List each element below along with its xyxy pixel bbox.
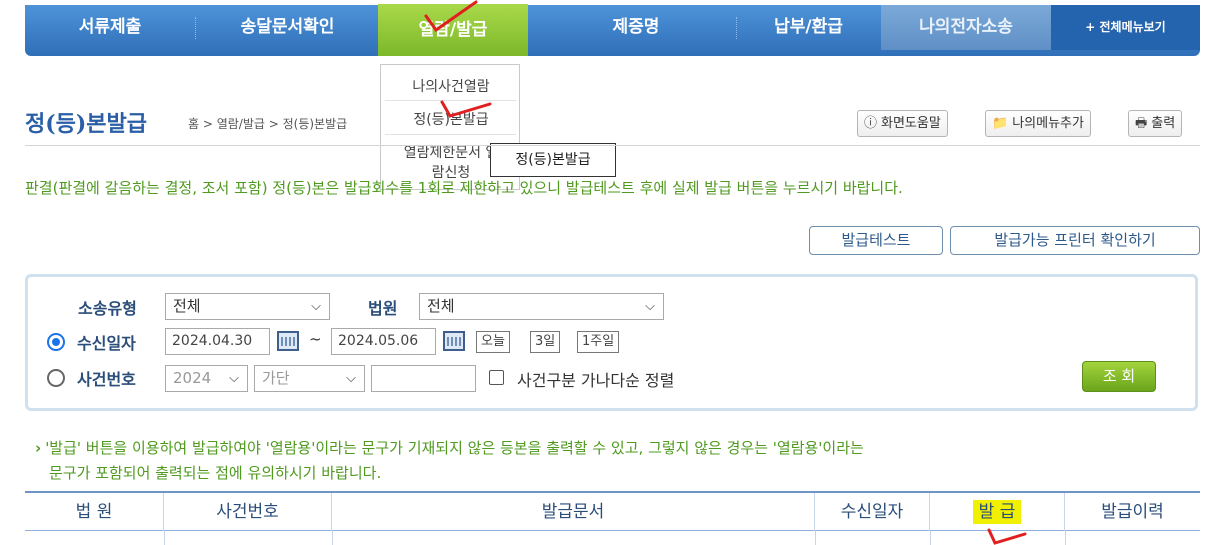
received-date-radio[interactable] — [47, 333, 65, 351]
folder-add-icon: 📁 — [992, 116, 1009, 131]
dropdown-item-my-case-view[interactable]: 나의사건열람 — [381, 76, 521, 96]
three-days-button[interactable]: 3일 — [530, 331, 561, 353]
issue-test-button[interactable]: 발급테스트 — [809, 226, 943, 255]
case-kind-select[interactable]: 가단 ⌵ — [254, 365, 365, 392]
calendar-icon[interactable] — [443, 331, 465, 351]
chevron-down-icon: ⌵ — [311, 299, 321, 314]
date-range-tilde: ~ — [309, 330, 322, 348]
case-year-value: 2024 — [173, 369, 212, 387]
case-number-label: 사건번호 — [77, 370, 136, 389]
printer-icon: 🖶 — [1135, 116, 1148, 131]
result-table-header: 법 원 사건번호 발급문서 수신일자 발 급 발급이력 — [25, 491, 1200, 531]
breadcrumb: 홈 > 열람/발급 > 정(등)본발급 — [188, 117, 348, 131]
nav-item-delivery[interactable]: 송달문서확인 — [195, 5, 380, 50]
nav-item-certificate[interactable]: 제증명 — [536, 5, 736, 50]
case-number-input[interactable] — [371, 365, 476, 392]
col-case-number: 사건번호 — [164, 493, 332, 531]
table-column-line — [1065, 531, 1066, 545]
table-column-line — [930, 531, 931, 545]
title-divider — [25, 145, 1200, 146]
case-type-select[interactable]: 전체 ⌵ — [165, 293, 330, 320]
case-type-label: 소송유형 — [78, 299, 137, 318]
court-value: 전체 — [427, 297, 455, 315]
received-date-label: 수신일자 — [77, 334, 136, 353]
col-issue-history: 발급이력 — [1101, 502, 1164, 522]
sort-checkbox[interactable] — [489, 370, 504, 385]
help-button[interactable]: ⓘ 화면도움말 — [857, 110, 948, 137]
table-column-line — [815, 531, 816, 545]
court-label: 법원 — [368, 299, 398, 318]
add-menu-label: 나의메뉴추가 — [1012, 116, 1084, 131]
nav-item-my-case[interactable]: 나의전자소송 — [881, 5, 1051, 50]
info-icon: ⓘ — [864, 116, 878, 131]
dropdown-divider — [385, 100, 516, 101]
issue-notice: 판결(판결에 갈음하는 결정, 조서 포함) 정(등)본은 발급회수를 1회로 … — [25, 179, 903, 197]
issue-info: › '발급' 버튼을 이용하여 발급하여야 '열람용'이라는 문구가 기재되지 않… — [35, 436, 864, 486]
dropdown-divider — [385, 134, 516, 135]
case-kind-value: 가단 — [262, 369, 290, 387]
date-from-input[interactable]: 2024.04.30 — [165, 328, 270, 355]
one-week-button[interactable]: 1주일 — [577, 331, 620, 353]
sort-label: 사건구분 가나다순 정렬 — [517, 371, 675, 390]
tooltip: 정(등)본발급 — [490, 143, 616, 177]
case-number-radio[interactable] — [47, 369, 65, 387]
top-navigation: 서류제출 송달문서확인 제증명 납부/환급 나의전자소송 + 전체메뉴보기 — [25, 5, 1200, 56]
info-line-1: › '발급' 버튼을 이용하여 발급하여야 '열람용'이라는 문구가 기재되지 않… — [35, 436, 864, 461]
info-text-2: 문구가 포함되어 출력되는 점에 유의하시기 바랍니다. — [49, 464, 382, 482]
printer-check-button[interactable]: 발급가능 프린터 확인하기 — [950, 226, 1200, 255]
chevron-down-icon: ⌵ — [229, 371, 239, 386]
info-text-1: '발급' 버튼을 이용하여 발급하여야 '열람용'이라는 문구가 기재되지 않은… — [45, 439, 864, 457]
case-type-value: 전체 — [173, 297, 201, 315]
issue-header-highlight: 발 급 — [972, 500, 1022, 524]
search-button[interactable]: 조 회 — [1082, 361, 1156, 392]
today-button[interactable]: 오늘 — [476, 331, 510, 353]
chevron-down-icon: ⌵ — [346, 371, 356, 386]
add-my-menu-button[interactable]: 📁 나의메뉴추가 — [985, 110, 1091, 137]
calendar-icon[interactable] — [277, 331, 299, 351]
dropdown-item-copy-issue[interactable]: 정(등)본발급 — [381, 109, 521, 129]
nav-item-view-issue[interactable]: 열람/발급 — [378, 4, 528, 56]
print-button[interactable]: 🖶 출력 — [1128, 110, 1183, 137]
col-received-date: 수신일자 — [815, 493, 930, 531]
table-column-line — [164, 531, 165, 545]
chevron-down-icon: ⌵ — [645, 299, 655, 314]
date-to-input[interactable]: 2024.05.06 — [331, 328, 436, 355]
col-document: 발급문서 — [332, 493, 815, 531]
case-year-select[interactable]: 2024 ⌵ — [165, 365, 248, 392]
bullet-icon: › — [35, 439, 42, 457]
page-title: 정(등)본발급 — [25, 111, 148, 137]
help-label: 화면도움말 — [881, 116, 941, 131]
col-issue: 발 급 — [930, 493, 1065, 531]
all-menu-button[interactable]: + 전체메뉴보기 — [1051, 5, 1200, 50]
nav-item-submit[interactable]: 서류제출 — [25, 5, 195, 50]
col-court: 법 원 — [25, 493, 164, 531]
nav-item-payment[interactable]: 납부/환급 — [736, 5, 881, 50]
table-column-line — [332, 531, 333, 545]
court-select[interactable]: 전체 ⌵ — [419, 293, 664, 320]
print-label: 출력 — [1151, 116, 1176, 131]
